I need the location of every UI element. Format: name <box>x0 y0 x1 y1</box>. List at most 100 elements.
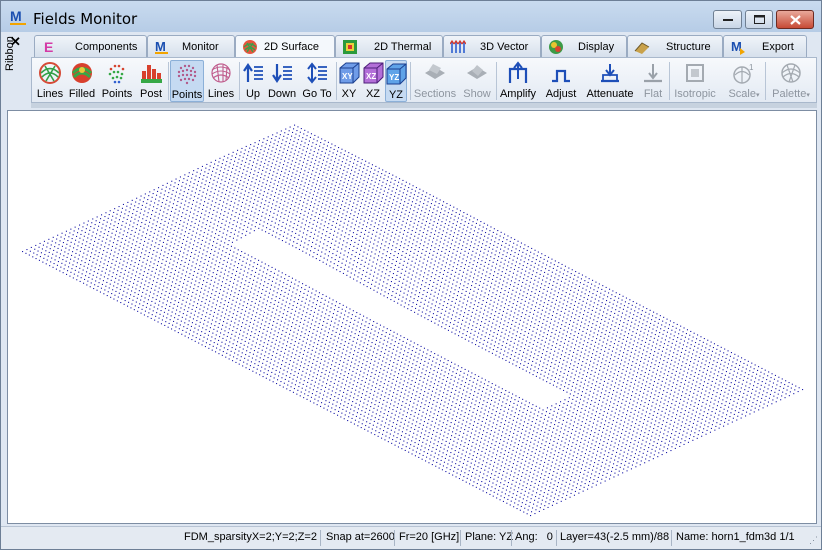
fields-monitor-window: M Fields Monitor ✕ Ribbon E Components M… <box>0 0 822 550</box>
filled-mode-button[interactable]: Filled <box>67 60 97 102</box>
button-label: Palette▾ <box>772 88 810 100</box>
resize-grip-icon[interactable]: ⋰ <box>809 535 818 546</box>
status-name: Name: horn1_fdm3d 1/1 <box>676 531 795 543</box>
points-mode-button[interactable]: Points <box>100 60 134 102</box>
layer-down-icon <box>272 64 292 83</box>
maximize-icon <box>746 11 772 28</box>
palette-icon <box>781 63 801 83</box>
tab-export[interactable]: M Export <box>723 35 807 57</box>
status-sparsity: FDM_sparsityX=2;Y=2;Z=2 <box>184 531 317 543</box>
field-surface-plot <box>22 124 804 517</box>
plane-xz-button[interactable]: XZ XZ <box>362 60 384 102</box>
minimize-icon <box>714 11 741 28</box>
tab-monitor[interactable]: M Monitor <box>147 35 235 57</box>
status-layer: Layer=43(-2.5 mm)/88 <box>560 531 670 543</box>
plane-xy-icon: XY <box>339 62 360 84</box>
plane-yz-button[interactable]: YZ YZ <box>385 60 407 102</box>
tab-2d-surface[interactable]: 2D Surface <box>235 35 335 58</box>
post-mode-button[interactable]: Post <box>136 60 166 102</box>
plane-yz-icon: YZ <box>386 63 407 85</box>
button-label: XZ <box>365 88 381 100</box>
button-label: XY <box>341 88 357 100</box>
field-plot-canvas[interactable] <box>7 110 817 524</box>
tab-label: Structure <box>666 40 711 53</box>
status-divider <box>511 530 512 546</box>
status-divider <box>460 530 461 546</box>
button-label: Post <box>139 88 162 100</box>
tab-label: Export <box>762 40 794 53</box>
layer-goto-button[interactable]: Go To <box>301 60 333 102</box>
tab-structure[interactable]: Structure <box>627 35 723 57</box>
button-label: Filled <box>68 88 96 100</box>
ribbon-label[interactable]: Ribbon <box>4 36 16 71</box>
thermal-map-icon <box>343 39 357 54</box>
scale-dropdown[interactable]: 1 Scale▾ <box>726 60 762 102</box>
layer-up-icon <box>243 63 263 82</box>
svg-text:1: 1 <box>749 63 754 72</box>
isotropic-button[interactable]: Isotropic <box>672 60 718 102</box>
M-logo-icon: M <box>155 39 168 54</box>
minimize-button[interactable] <box>713 10 742 29</box>
attenuate-button[interactable]: Attenuate <box>584 60 636 102</box>
component-E-icon: E <box>44 39 53 55</box>
button-label: Lines <box>36 88 64 100</box>
lines-mode-button[interactable]: Lines <box>35 60 65 102</box>
svg-text:M: M <box>155 39 166 54</box>
layer-down-button[interactable]: Down <box>266 60 298 102</box>
tab-label: Components <box>75 40 138 53</box>
separator <box>410 62 411 100</box>
separator <box>496 62 497 100</box>
close-icon <box>777 11 813 28</box>
layer-up-button[interactable]: Up <box>241 60 265 102</box>
svg-text:XY: XY <box>342 72 353 81</box>
maximize-button[interactable] <box>745 10 773 29</box>
show-button[interactable]: Show <box>462 60 492 102</box>
tab-label: 3D Vector <box>480 40 529 53</box>
status-divider <box>671 530 672 546</box>
button-label: Amplify <box>499 88 537 100</box>
palette-dropdown[interactable]: Palette▾ <box>769 60 813 102</box>
button-label: Lines <box>207 88 235 100</box>
separator <box>765 62 766 100</box>
ribbon-toolbar: Lines Filled Points Post Points Lines Up <box>31 57 817 103</box>
export-icon: M <box>731 39 745 55</box>
status-angle: Ang: 0 <box>515 531 553 543</box>
sections-button[interactable]: Sections <box>413 60 457 102</box>
button-label: Up <box>245 88 261 100</box>
post-bars-icon <box>141 65 162 83</box>
scale-icon: 1 <box>733 63 754 84</box>
svg-text:E: E <box>44 39 53 55</box>
plane-xy-button[interactable]: XY XY <box>338 60 360 102</box>
lines-surface-icon <box>211 63 231 83</box>
button-label: Points <box>101 88 133 100</box>
close-button[interactable] <box>776 10 814 29</box>
status-divider <box>320 530 321 546</box>
scale-label: Scale <box>728 88 756 100</box>
amplify-button[interactable]: Amplify <box>499 60 537 102</box>
button-label: Adjust <box>545 88 577 100</box>
status-divider <box>556 530 557 546</box>
adjust-button[interactable]: Adjust <box>543 60 579 102</box>
filled-mesh-icon <box>71 63 93 83</box>
points-surface-icon <box>177 64 197 85</box>
tab-display[interactable]: Display <box>541 35 627 57</box>
separator <box>239 62 240 100</box>
tab-components[interactable]: E Components <box>34 35 147 57</box>
button-label: Sections <box>413 88 457 100</box>
button-label: Scale▾ <box>728 88 759 100</box>
tab-3d-vector[interactable]: 3D Vector <box>443 35 541 57</box>
adjust-icon <box>552 69 570 83</box>
ribbon-scrollbar[interactable] <box>31 103 817 108</box>
lines-display-button[interactable]: Lines <box>206 60 236 102</box>
flat-button[interactable]: Flat <box>640 60 666 102</box>
palette-label: Palette <box>772 88 807 100</box>
svg-text:M: M <box>10 8 22 24</box>
svg-text:YZ: YZ <box>389 73 399 82</box>
surface-mesh-icon <box>243 40 257 54</box>
button-label: Attenuate <box>586 88 634 100</box>
structure-icon <box>634 41 650 54</box>
title-bar[interactable]: M Fields Monitor <box>1 1 821 32</box>
separator <box>168 62 169 100</box>
points-display-button[interactable]: Points <box>170 60 204 102</box>
tab-2d-thermal[interactable]: 2D Thermal <box>335 35 443 57</box>
